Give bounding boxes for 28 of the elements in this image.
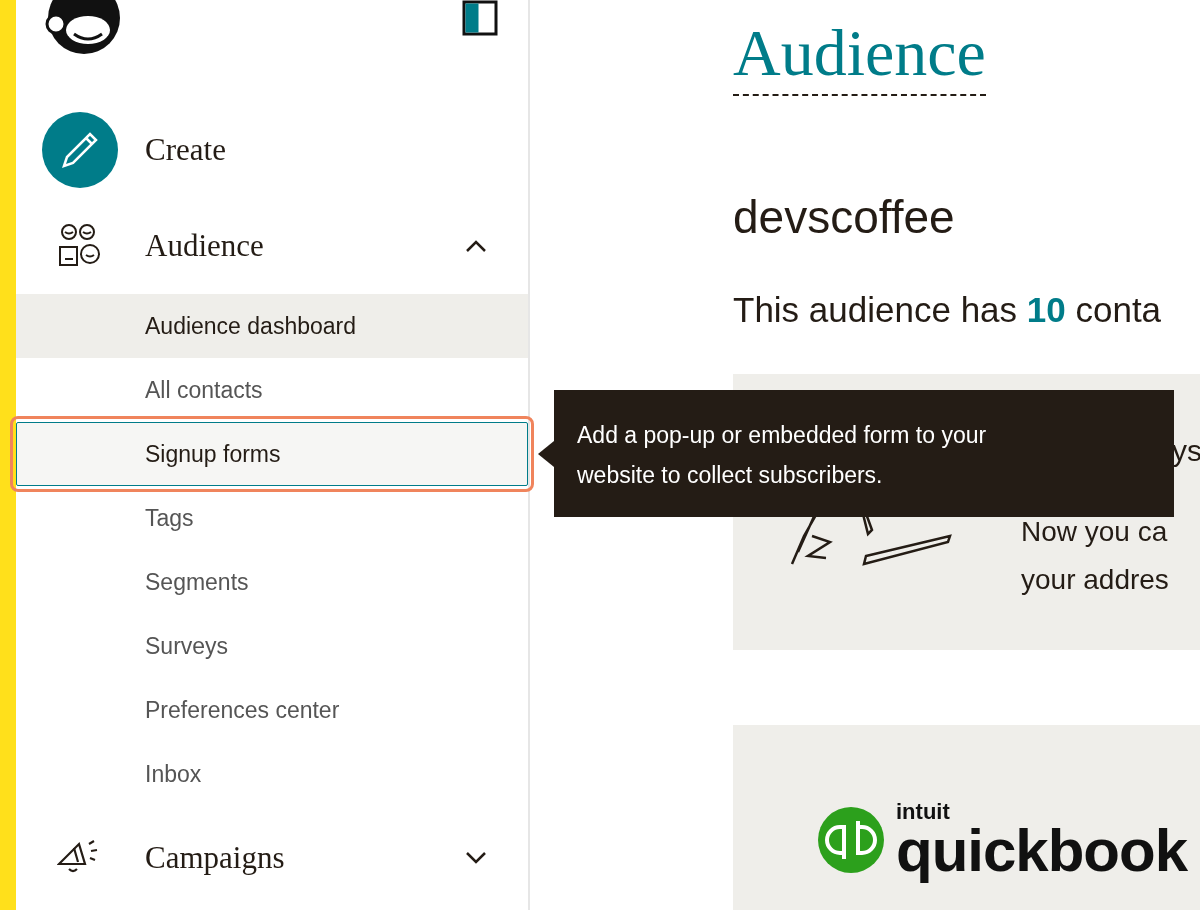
tooltip-arrow xyxy=(538,440,554,467)
nav-subitem[interactable]: Preferences center xyxy=(16,678,528,742)
page-heading: Audience xyxy=(733,18,986,96)
nav-label[interactable]: Campaigns xyxy=(145,840,464,876)
sidebar-toggle-icon[interactable] xyxy=(462,0,498,36)
qb-logo-icon xyxy=(818,807,884,873)
tooltip: Add a pop-up or embedded form to your website to collect subscribers. xyxy=(554,390,1174,517)
card-text: your addres xyxy=(1021,563,1170,597)
nav-subitem[interactable]: Tags xyxy=(16,486,528,550)
audience-summary: This audience has 10 conta xyxy=(733,289,1163,331)
nav-item[interactable]: Create xyxy=(16,102,528,198)
nav-subitem[interactable]: Segments xyxy=(16,550,528,614)
audience-name: devscoffee xyxy=(733,190,956,244)
nav-label[interactable]: Audience xyxy=(145,228,464,264)
logo-brand-text: intuit xyxy=(896,801,951,823)
people-icon xyxy=(57,223,103,269)
nav-item[interactable]: Audience xyxy=(16,198,528,294)
pencil-icon xyxy=(42,112,118,188)
nav-subitem[interactable]: All contacts xyxy=(16,358,528,422)
monkey-logo[interactable] xyxy=(44,0,120,56)
chevron-up-icon[interactable] xyxy=(464,238,488,254)
nav-subitem[interactable]: Audience dashboard xyxy=(16,294,528,358)
card-text: Now you ca xyxy=(1021,515,1169,549)
nav-subitem[interactable]: Surveys xyxy=(16,614,528,678)
nav-label[interactable]: Create xyxy=(145,132,488,168)
nav-subitem[interactable]: Inbox xyxy=(16,742,528,806)
chevron-down-icon[interactable] xyxy=(464,850,488,866)
nav-item[interactable]: Campaigns xyxy=(16,806,528,910)
